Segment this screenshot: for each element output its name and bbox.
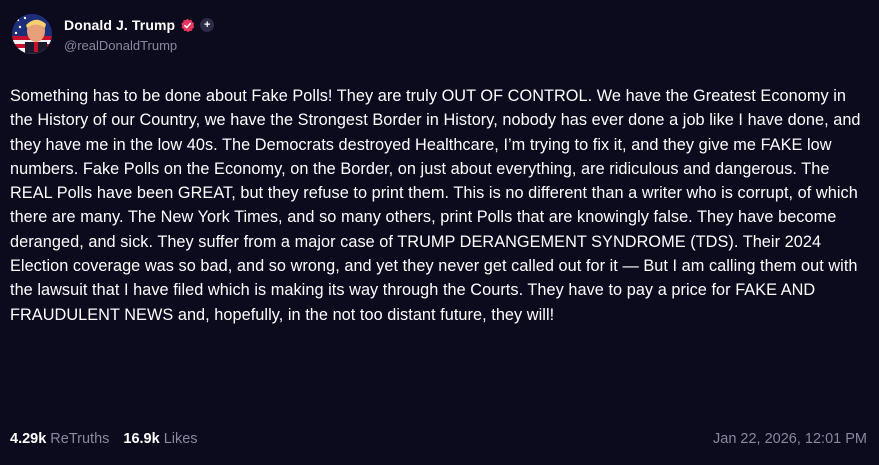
plus-icon[interactable]: + [200, 18, 215, 32]
post-header: Donald J. Trump + @realDonaldTrump [12, 14, 215, 54]
author-info: Donald J. Trump + @realDonaldTrump [64, 15, 215, 53]
name-row: Donald J. Trump + [64, 15, 215, 35]
post-footer: 4.29k ReTruths 16.9k Likes Jan 22, 2026,… [10, 429, 867, 449]
retruths-label: ReTruths [50, 431, 110, 447]
likes-stat[interactable]: 16.9k Likes [123, 431, 197, 447]
retruths-count: 4.29k [10, 431, 47, 447]
likes-count: 16.9k [123, 431, 160, 447]
post-timestamp[interactable]: Jan 22, 2026, 12:01 PM [713, 431, 867, 447]
likes-label: Likes [163, 431, 198, 447]
avatar-image [12, 14, 52, 54]
author-display-name[interactable]: Donald J. Trump [64, 17, 175, 33]
avatar[interactable] [12, 14, 52, 54]
author-handle[interactable]: @realDonaldTrump [64, 38, 214, 53]
verified-badge-icon [180, 18, 195, 33]
post-text: Something has to be done about Fake Poll… [10, 87, 861, 324]
truth-post: Donald J. Trump + @realDonaldTrump Somet… [0, 0, 879, 465]
retruths-stat[interactable]: 4.29k ReTruths [10, 431, 109, 447]
